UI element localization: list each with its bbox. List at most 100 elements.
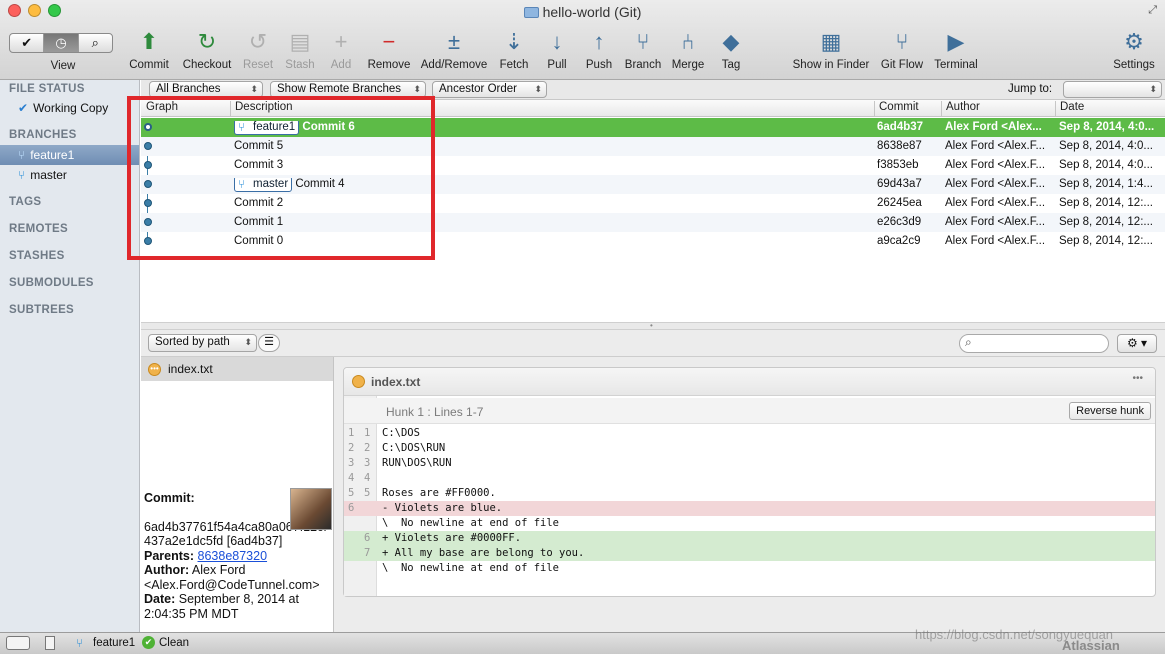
old-line-number: 3 <box>348 457 355 469</box>
sidebar-item-master[interactable]: ⑂ master <box>0 165 139 185</box>
sidebar-item-feature1[interactable]: ⑂ feature1 <box>0 145 139 165</box>
jump-to-dropdown[interactable] <box>1063 81 1162 98</box>
highlight-annotation-box <box>127 96 435 260</box>
line-text: \ No newline at end of file <box>382 517 560 529</box>
reset-icon: ↺ <box>248 29 268 54</box>
pane-splitter[interactable]: • <box>141 321 1165 330</box>
parent-link[interactable]: 8638e87320 <box>198 549 268 563</box>
search-input[interactable]: ⌕ <box>959 334 1109 353</box>
new-line-number: 2 <box>364 442 371 454</box>
fetch-button[interactable]: ⇣ Fetch <box>500 28 529 71</box>
tags-heading[interactable]: TAGS <box>9 196 41 208</box>
modified-file-icon <box>352 375 365 388</box>
new-line-number: 3 <box>364 457 371 469</box>
sidebar-item-label: master <box>30 168 67 182</box>
view-mode-segmented[interactable]: ✔ ◷ ⌕ <box>9 33 113 53</box>
commit-hash-cell: 69d43a7 <box>877 178 922 190</box>
working-copy-state: Clean <box>159 637 190 649</box>
reverse-hunk-button[interactable]: Reverse hunk <box>1069 402 1151 420</box>
column-author[interactable]: Author <box>946 101 980 113</box>
toolbar-button-label: Commit <box>129 59 169 71</box>
push-button[interactable]: ↑ Push <box>585 28 613 71</box>
column-date[interactable]: Date <box>1060 101 1084 113</box>
hunk-header: Hunk 1 : Lines 1-7 Reverse hunk <box>344 398 1155 424</box>
toolbar-button-label: Merge <box>671 59 705 71</box>
settings-button[interactable]: ⚙ Settings <box>1113 28 1155 71</box>
settings-dropdown[interactable]: ⚙ ▾ <box>1117 334 1157 353</box>
fullscreen-icon[interactable]: ⤢ <box>1148 4 1157 17</box>
pull-icon: ↓ <box>551 29 563 54</box>
toolbar-button-label: Git Flow <box>880 59 924 71</box>
add-remove-button[interactable]: ± Add/Remove <box>421 28 487 71</box>
toolbar-button-label: Terminal <box>934 59 978 71</box>
date-cell: Sep 8, 2014, 1:4... <box>1059 178 1153 190</box>
push-icon: ↑ <box>593 29 605 54</box>
diff-line: 5 5 Roses are #FF0000. <box>344 486 1155 501</box>
jump-to-label: Jump to: <box>1008 83 1053 95</box>
toolbar-button-label: Settings <box>1113 59 1155 71</box>
list-item[interactable]: ••• index.txt <box>141 357 333 381</box>
commit-hash-cell: f3853eb <box>877 159 919 171</box>
submodules-heading[interactable]: SUBMODULES <box>9 277 94 289</box>
toolbar-button-label: Push <box>585 59 613 71</box>
date-cell: Sep 8, 2014, 12:... <box>1059 216 1153 228</box>
author-cell: Alex Ford <Alex... <box>945 121 1042 133</box>
line-text: C:\DOS <box>382 427 420 439</box>
pull-button[interactable]: ↓ Pull <box>543 28 571 71</box>
toolbar-button-label: Checkout <box>182 59 232 71</box>
commit-icon: ⬆ <box>139 29 159 54</box>
remove-button[interactable]: − Remove <box>368 28 411 71</box>
file-status-heading[interactable]: FILE STATUS <box>9 83 85 95</box>
order-dropdown[interactable]: Ancestor Order <box>432 81 547 98</box>
add-remove-icon: ± <box>447 29 461 54</box>
panel-toggle-icon[interactable] <box>45 636 55 650</box>
sidebar-toggle-icon[interactable] <box>6 636 30 650</box>
line-text: \ No newline at end of file <box>382 562 560 574</box>
terminal-button[interactable]: ▶ Terminal <box>934 28 977 71</box>
commit-button[interactable]: ⬆ Commit <box>129 28 169 71</box>
stash-icon: ▤ <box>289 29 311 54</box>
old-line-number: 4 <box>348 472 355 484</box>
column-commit[interactable]: Commit <box>879 101 919 113</box>
branch-icon: ⑂ <box>636 29 650 54</box>
branch-icon: ⑂ <box>76 636 84 650</box>
sidebar-item-working-copy[interactable]: ✔ Working Copy <box>0 98 139 118</box>
tag-button[interactable]: ◆ Tag <box>717 28 745 71</box>
check-icon: ✔ <box>142 636 155 649</box>
sort-dropdown[interactable]: Sorted by path <box>148 334 257 352</box>
remotes-heading[interactable]: REMOTES <box>9 223 68 235</box>
date-label: Date: <box>144 592 176 606</box>
checkout-button[interactable]: ↻ Checkout <box>183 28 232 71</box>
avatar <box>290 488 332 530</box>
new-line-number: 6 <box>364 532 371 544</box>
toolbar-button-label: Tag <box>721 59 741 71</box>
line-text: + Violets are #0000FF. <box>382 532 522 544</box>
window-title: hello-world (Git) <box>0 4 1165 20</box>
add-icon: + <box>334 29 348 54</box>
stashes-heading[interactable]: STASHES <box>9 250 65 262</box>
commit-details: Commit: 6ad4b37761f54a4ca80a067f12cf437a… <box>141 485 334 632</box>
stash-button[interactable]: ▤ Stash <box>285 28 314 71</box>
parents-label: Parents: <box>144 548 195 563</box>
list-options-icon[interactable]: ☰ <box>258 334 280 352</box>
subtrees-heading[interactable]: SUBTREES <box>9 304 74 316</box>
branch-button[interactable]: ⑂ Branch <box>625 28 661 71</box>
toolbar-button-label: Add <box>330 59 352 71</box>
branches-heading[interactable]: BRANCHES <box>9 129 77 141</box>
date-cell: Sep 8, 2014, 4:0... <box>1059 121 1155 133</box>
history-view-button[interactable]: ◷ <box>44 34 79 52</box>
search-view-button[interactable]: ⌕ <box>79 34 112 52</box>
merge-button[interactable]: ⑃ Merge <box>672 28 705 71</box>
more-options-icon[interactable]: ••• <box>1132 373 1143 384</box>
diff-file-name: index.txt <box>371 375 421 389</box>
file-status-view-button[interactable]: ✔ <box>10 34 45 52</box>
show-in-finder-button[interactable]: ▦ Show in Finder <box>793 28 870 71</box>
git-flow-button[interactable]: ⑂ Git Flow <box>881 28 923 71</box>
changed-files-list: ••• index.txt <box>141 357 334 485</box>
reset-button[interactable]: ↺ Reset <box>243 28 273 71</box>
date-cell: Sep 8, 2014, 4:0... <box>1059 140 1153 152</box>
commit-hash-cell: a9ca2c9 <box>877 235 921 247</box>
commit-hash-cell: 26245ea <box>877 197 922 209</box>
diff-line: 3 3 RUN\DOS\RUN <box>344 456 1155 471</box>
add-button[interactable]: + Add <box>327 28 355 71</box>
